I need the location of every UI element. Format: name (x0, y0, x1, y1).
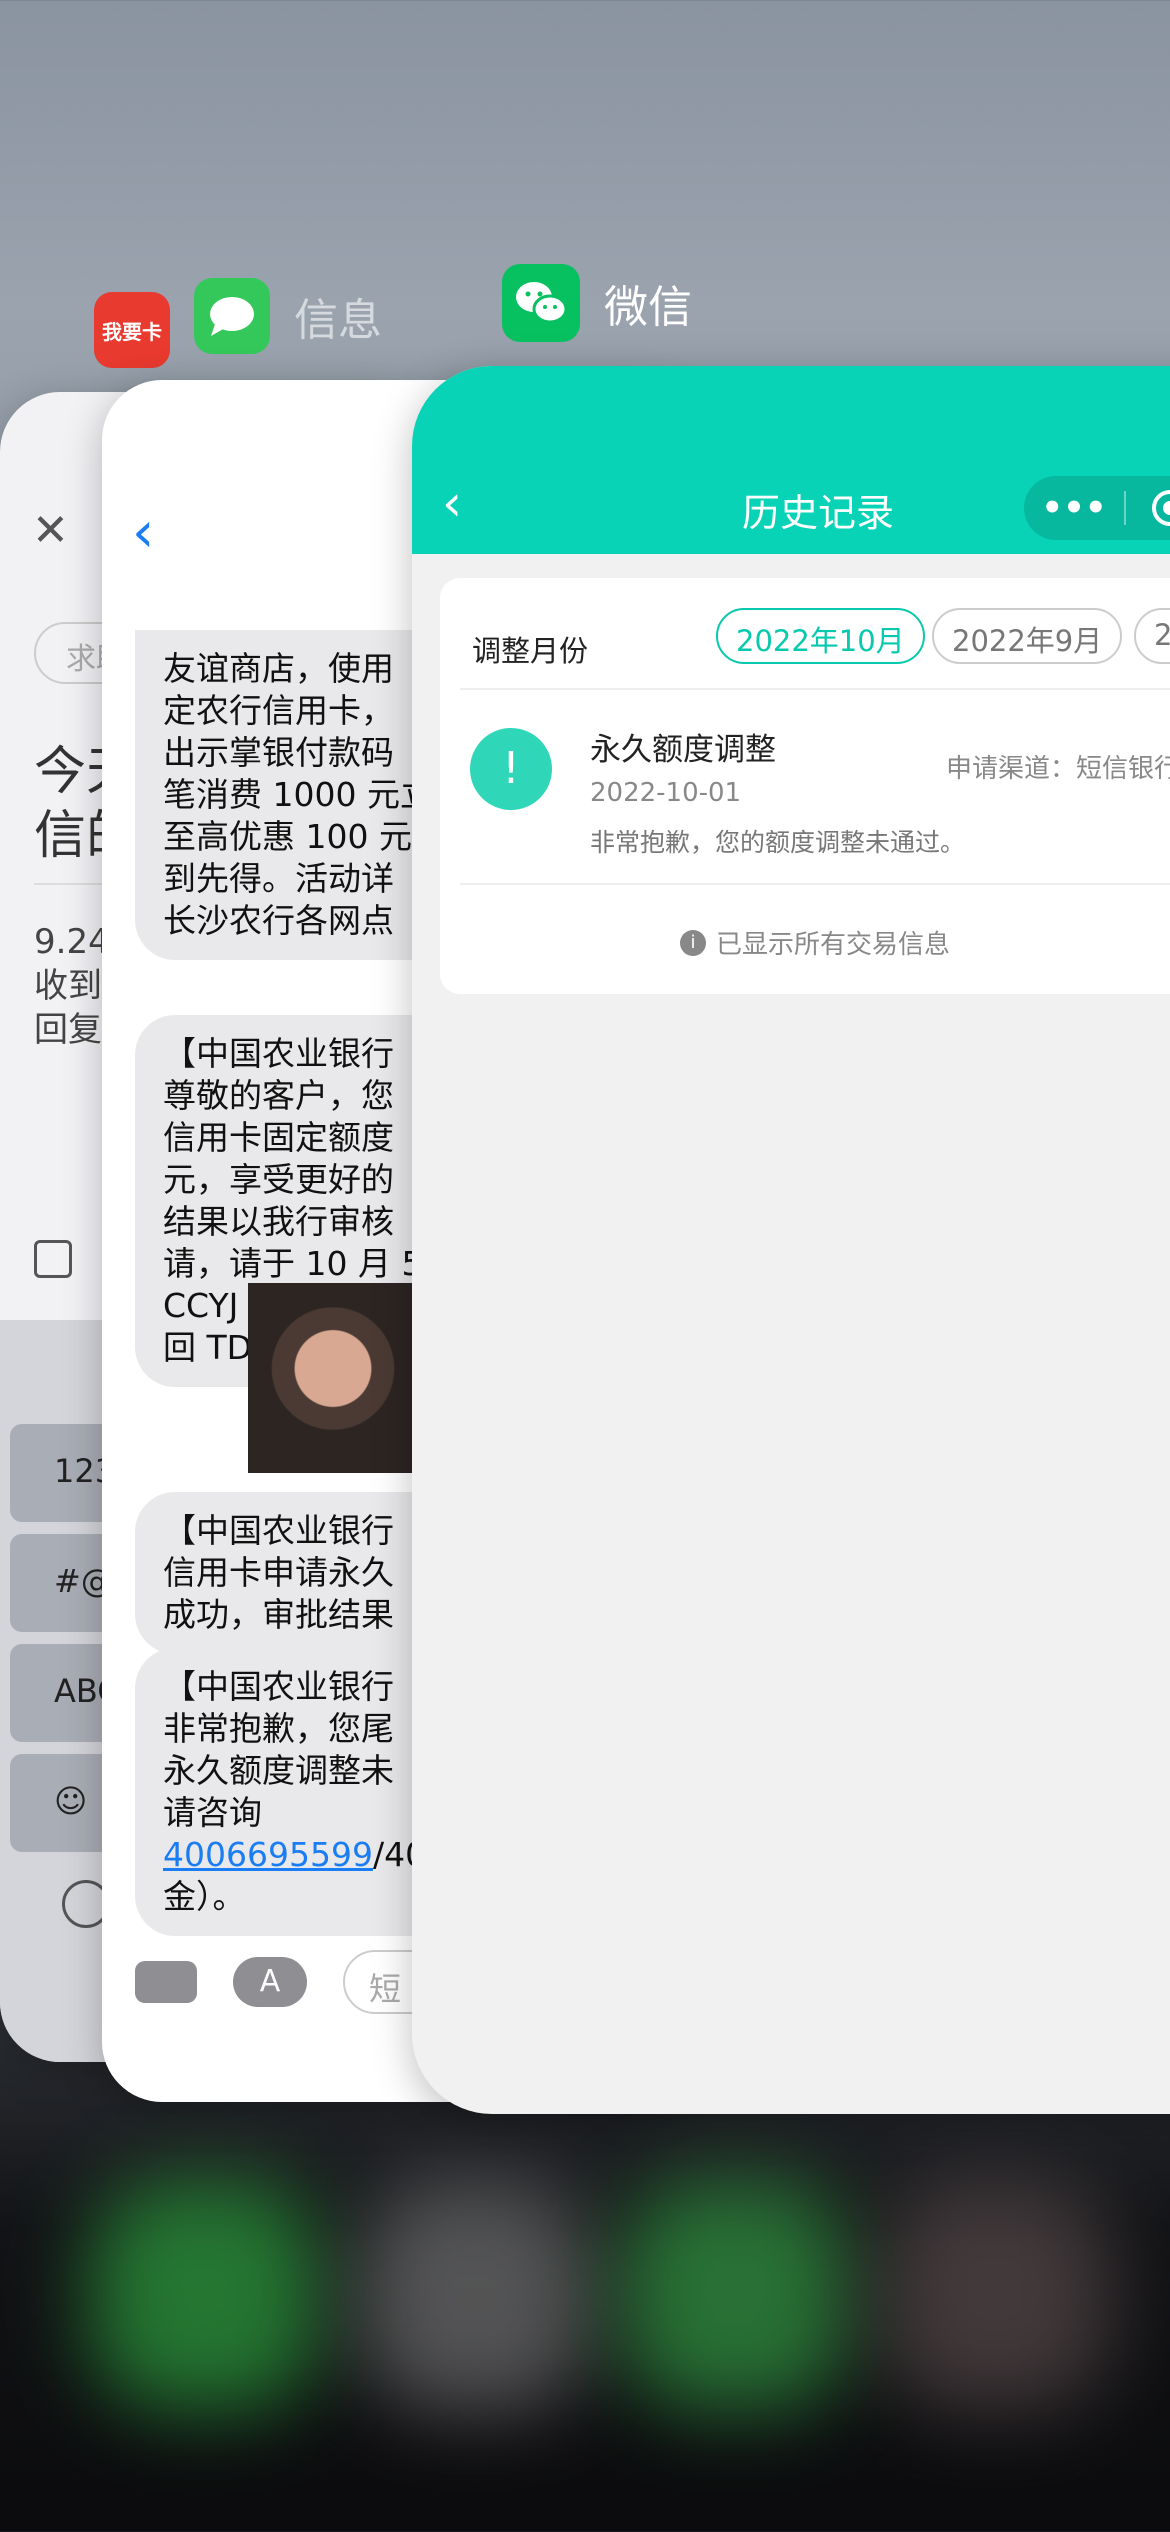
messages-app-title: 信息 (294, 295, 382, 346)
messages-icon (194, 278, 270, 354)
wechat-app-card[interactable]: ‹ 历史记录 ••• 调整月份 2022年10月 2022年9月 20 ! 永久… (412, 366, 1170, 2114)
app-label-wechat[interactable]: 微信 (502, 264, 692, 342)
camera-icon[interactable] (135, 1961, 197, 2003)
month-pill-active[interactable]: 2022年10月 (716, 608, 925, 664)
image-icon[interactable] (34, 1240, 72, 1278)
app-label-wyk[interactable]: 我要卡 (94, 292, 170, 368)
footer-text: 已显示所有交易信息 (716, 930, 951, 960)
wechat-header: ‹ 历史记录 ••• (412, 366, 1170, 554)
record-message: 非常抱歉，您的额度调整未通过。 (590, 828, 966, 857)
record-date: 2022-10-01 (590, 778, 742, 808)
phone-link[interactable]: 4006695599 (163, 1835, 373, 1874)
capsule-divider (1124, 491, 1126, 525)
close-icon[interactable]: ✕ (32, 505, 69, 556)
divider (460, 688, 1170, 690)
target-icon[interactable] (1152, 490, 1170, 526)
sender-photo (248, 1283, 418, 1473)
more-dots-icon[interactable]: ••• (1024, 488, 1124, 528)
miniprogram-capsule: ••• (1024, 476, 1170, 540)
list-footer: i 已显示所有交易信息 (680, 924, 950, 961)
woyaoka-app-icon: 我要卡 (94, 292, 170, 368)
divider (460, 883, 1170, 885)
month-filter-label: 调整月份 (472, 634, 589, 668)
app-label-messages[interactable]: 信息 (194, 278, 382, 354)
text-line: 9.24 (34, 922, 110, 962)
month-pill[interactable]: 20 (1134, 608, 1170, 664)
wechat-app-title: 微信 (604, 282, 692, 333)
text-line: 收到 (34, 966, 102, 1006)
month-pill[interactable]: 2022年9月 (932, 608, 1123, 664)
record-channel: 申请渠道：短信银行 (946, 754, 1170, 784)
info-icon: i (680, 929, 706, 956)
wechat-icon (502, 264, 580, 342)
app-store-icon[interactable]: A (233, 1957, 307, 2007)
chevron-left-icon[interactable]: ‹ (132, 500, 154, 565)
page-title: 历史记录 (742, 491, 895, 535)
text-line: 回复 (34, 1010, 102, 1050)
chevron-left-icon[interactable]: ‹ (442, 474, 462, 532)
blurred-home-dock (0, 2120, 1170, 2532)
history-panel: 调整月份 2022年10月 2022年9月 20 ! 永久额度调整 2022-1… (440, 578, 1170, 994)
back-card-text: 9.24 收到 回复 (34, 920, 110, 1052)
exclamation-icon: ! (470, 728, 552, 810)
record-title: 永久额度调整 (590, 732, 776, 768)
